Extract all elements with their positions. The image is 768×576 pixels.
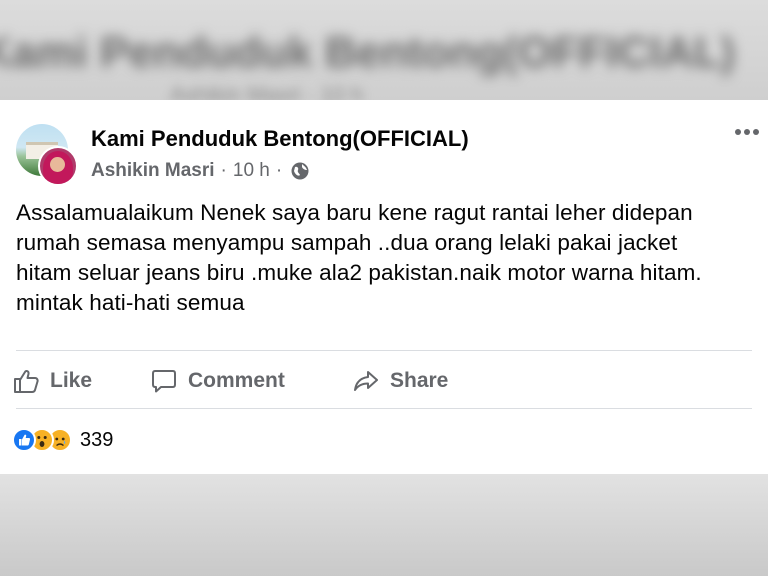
share-label: Share — [390, 369, 449, 392]
blurred-meta: Ashikin Masri · 10 h — [170, 82, 364, 100]
blurred-footer-background — [0, 474, 768, 576]
share-arrow-icon — [354, 371, 378, 391]
group-name-link[interactable]: Kami Penduduk Bentong(OFFICIAL) — [91, 126, 469, 152]
avatar-group[interactable] — [16, 124, 78, 186]
post-card: Kami Penduduk Bentong(OFFICIAL) Ashikin … — [0, 100, 768, 474]
meta-separator: · — [220, 160, 227, 181]
post-body-text: Assalamualaikum Nenek saya baru kene rag… — [16, 200, 702, 315]
comment-label: Comment — [188, 369, 285, 392]
post-meta: Ashikin Masri · 10 h · — [91, 160, 310, 182]
like-button[interactable]: Like — [12, 364, 92, 398]
author-avatar[interactable] — [38, 146, 78, 186]
like-reaction-icon — [12, 428, 36, 452]
blurred-group-title: Kami Penduduk Bentong(OFFICIAL) — [0, 28, 736, 77]
actions-bottom-divider — [16, 408, 752, 409]
more-options-icon[interactable] — [732, 120, 762, 144]
share-button[interactable]: Share — [352, 364, 448, 398]
author-name-link[interactable]: Ashikin Masri — [91, 160, 215, 182]
post-time-link[interactable]: 10 h — [233, 160, 270, 182]
meta-separator-2: · — [275, 160, 283, 181]
reactions-summary[interactable]: 339 — [12, 428, 113, 452]
globe-icon — [291, 162, 309, 180]
reaction-count: 339 — [80, 428, 114, 451]
blurred-header-background: Kami Penduduk Bentong(OFFICIAL) Ashikin … — [0, 0, 768, 100]
like-label: Like — [50, 369, 93, 392]
actions-top-divider — [16, 350, 752, 351]
comment-icon — [152, 370, 176, 393]
thumbs-up-icon — [14, 369, 39, 393]
comment-button[interactable]: Comment — [150, 364, 285, 398]
